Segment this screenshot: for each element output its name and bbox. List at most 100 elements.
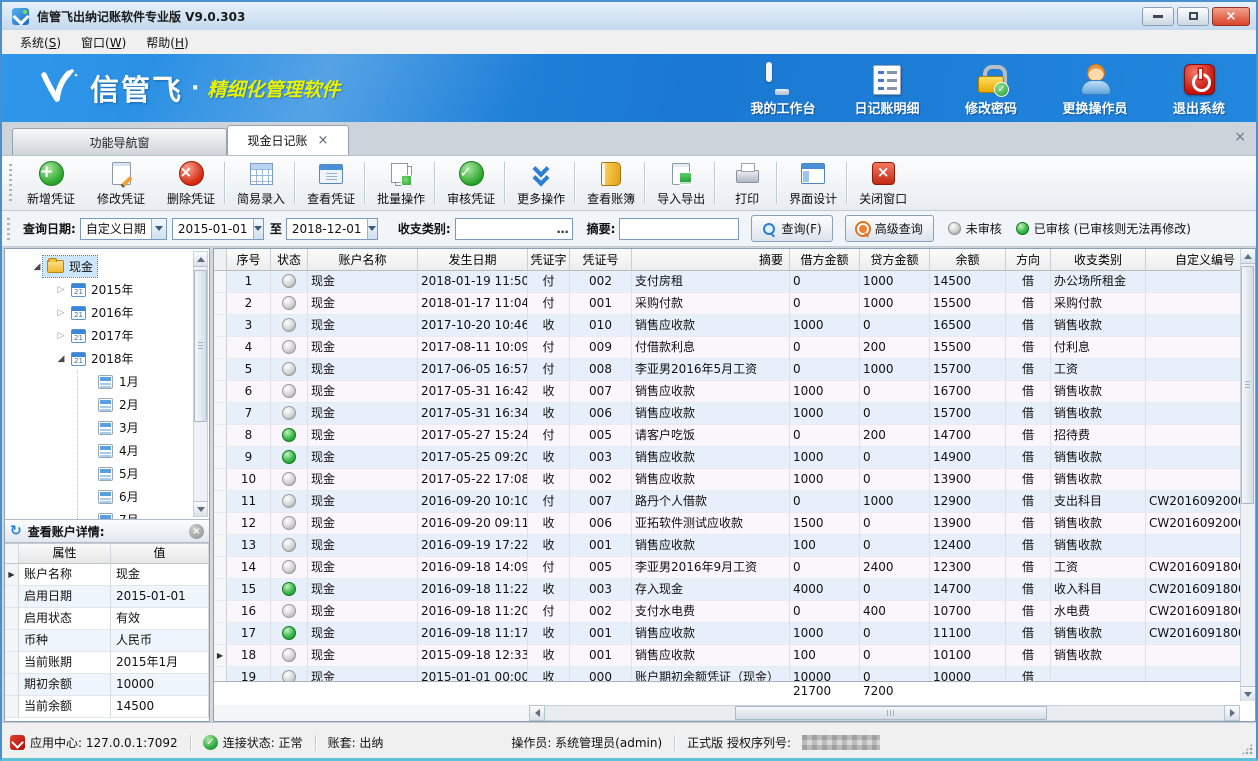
tree-node-month[interactable]: 4月: [78, 439, 209, 462]
tree-expander-icon[interactable]: [55, 354, 67, 364]
toolbar-button[interactable]: ▼ 审核凭证: [436, 156, 506, 210]
scroll-up-icon[interactable]: [1241, 249, 1255, 264]
grid-column-header[interactable]: 序号: [227, 249, 271, 271]
grid-row[interactable]: 9 现金 2017-05-25 09:20 收 003 销售应收款 1000 0…: [214, 447, 1242, 469]
hscrollbar-thumb[interactable]: [735, 706, 1047, 720]
tab-close-icon[interactable]: ×: [318, 134, 329, 147]
menu-help[interactable]: 帮助(H): [136, 31, 198, 54]
toolbar-button[interactable]: ▼ 更多操作: [506, 156, 576, 210]
grid-row[interactable]: 19 现金 2015-01-01 00:00 收 000 账户期初余额凭证（现金…: [214, 667, 1242, 681]
toolbar-button[interactable]: ▼ 查看账簿: [576, 156, 646, 210]
tree-expander-icon[interactable]: [55, 308, 67, 318]
property-row[interactable]: 当前余额 14500: [5, 696, 209, 718]
grid-vscrollbar[interactable]: [1240, 249, 1255, 701]
property-row[interactable]: 当前账期 2015年1月: [5, 652, 209, 674]
menu-system[interactable]: 系统(S): [10, 31, 71, 54]
minimize-button[interactable]: [1142, 7, 1174, 26]
grid-column-header[interactable]: 凭证字: [528, 249, 570, 271]
change-password-button[interactable]: ✓ 修改密码: [952, 59, 1030, 117]
tree-node-month[interactable]: 7月: [78, 508, 209, 519]
refresh-icon[interactable]: ↻: [10, 524, 22, 538]
maximize-button[interactable]: [1177, 7, 1209, 26]
grid-column-header[interactable]: 方向: [1006, 249, 1051, 271]
chevron-down-icon[interactable]: [253, 219, 263, 239]
tree-scrollbar[interactable]: [193, 251, 208, 517]
chevron-down-icon[interactable]: [367, 219, 377, 239]
grid-row[interactable]: 15 现金 2016-09-18 11:22 收 003 存入现金 4000 0…: [214, 579, 1242, 601]
toolbar-button[interactable]: ▼ 批量操作: [366, 156, 436, 210]
my-workstation-button[interactable]: 我的工作台: [744, 59, 822, 117]
toolbar-button[interactable]: ▼ 修改凭证: [86, 156, 156, 210]
tree-node-month[interactable]: 2月: [78, 393, 209, 416]
tree-node-year[interactable]: 2017年: [55, 324, 209, 347]
grid-row[interactable]: 7 现金 2017-05-31 16:34 收 006 销售应收款 1000 0…: [214, 403, 1242, 425]
journal-detail-button[interactable]: 日记账明细: [848, 59, 926, 117]
toolbar-button[interactable]: ▼ 新增凭证: [16, 156, 86, 210]
tree-expander-icon[interactable]: [55, 285, 67, 295]
grid-column-header[interactable]: 余额: [930, 249, 1006, 271]
toolbar-button[interactable]: ▼ 界面设计: [778, 156, 848, 210]
toolbar-button[interactable]: ▼ 打印: [716, 156, 778, 210]
switch-operator-button[interactable]: 更换操作员: [1056, 59, 1134, 117]
toolbar-button[interactable]: ▼ 导入导出: [646, 156, 716, 210]
grid-row[interactable]: ▶ 18 现金 2015-09-18 12:33 收 001 销售应收款 100…: [214, 645, 1242, 667]
tab-cash-journal[interactable]: 现金日记账 ×: [227, 125, 349, 155]
panel-close-icon[interactable]: ×: [189, 524, 204, 539]
grid-row[interactable]: 2 现金 2018-01-17 11:04 付 001 采购付款 0 1000 …: [214, 293, 1242, 315]
grid-row[interactable]: 5 现金 2017-06-05 16:57 付 008 李亚男2016年5月工资…: [214, 359, 1242, 381]
grid-column-header[interactable]: 借方金额: [790, 249, 860, 271]
category-input[interactable]: …: [455, 218, 573, 240]
grid-column-header[interactable]: 凭证号: [570, 249, 632, 271]
grid-column-header[interactable]: 摘要: [632, 249, 790, 271]
menu-window[interactable]: 窗口(W): [71, 31, 136, 54]
ellipsis-picker-icon[interactable]: …: [554, 222, 572, 236]
grid-row[interactable]: 10 现金 2017-05-22 17:08 收 002 销售应收款 1000 …: [214, 469, 1242, 491]
toolbar-button[interactable]: ▼ 关闭窗口: [848, 156, 918, 210]
property-row[interactable]: 币种 人民币: [5, 630, 209, 652]
property-row[interactable]: 启用日期 2015-01-01: [5, 586, 209, 608]
grid-vscrollbar-thumb[interactable]: [1241, 266, 1254, 504]
grid-row[interactable]: 3 现金 2017-10-20 10:46 收 010 销售应收款 1000 0…: [214, 315, 1242, 337]
date-mode-select[interactable]: 自定义日期: [80, 218, 167, 240]
chevron-down-icon[interactable]: [151, 219, 166, 239]
toolbar-grip[interactable]: [8, 164, 13, 202]
tree-scrollbar-thumb[interactable]: [194, 270, 207, 422]
grid-row[interactable]: 8 现金 2017-05-27 15:24 付 005 请客户吃饭 0 200 …: [214, 425, 1242, 447]
grid-column-header[interactable]: 自定义编号: [1146, 249, 1242, 271]
grid-column-header[interactable]: 发生日期: [418, 249, 528, 271]
tab-strip-close-icon[interactable]: ×: [1234, 130, 1246, 144]
grid-row[interactable]: 14 现金 2016-09-18 14:09 付 005 李亚男2016年9月工…: [214, 557, 1242, 579]
date-from-select[interactable]: 2015-01-01: [172, 218, 264, 240]
property-row[interactable]: 启用状态 有效: [5, 608, 209, 630]
tree-expander-icon[interactable]: [55, 331, 67, 341]
tree-node-month[interactable]: 3月: [78, 416, 209, 439]
querybar-grip[interactable]: [6, 218, 11, 240]
grid-column-header[interactable]: 收支类别: [1051, 249, 1146, 271]
tree-node-cash[interactable]: 现金: [5, 255, 209, 278]
scroll-right-icon[interactable]: [1224, 705, 1240, 721]
scroll-down-icon[interactable]: [194, 501, 207, 516]
close-button[interactable]: ×: [1212, 7, 1250, 26]
grid-row[interactable]: 16 现金 2016-09-18 11:20 付 002 支付水电费 0 400…: [214, 601, 1242, 623]
grid-column-header[interactable]: 账户名称: [308, 249, 418, 271]
tree-node-month[interactable]: 6月: [78, 485, 209, 508]
property-row[interactable]: ▶ 账户名称 现金: [5, 564, 209, 586]
toolbar-button[interactable]: ▼ 查看凭证: [296, 156, 366, 210]
grid-row[interactable]: 6 现金 2017-05-31 16:42 收 007 销售应收款 1000 0…: [214, 381, 1242, 403]
grid-row[interactable]: 13 现金 2016-09-19 17:22 收 001 销售应收款 100 0…: [214, 535, 1242, 557]
advanced-query-button[interactable]: 高级查询: [845, 215, 934, 242]
tree-node-year[interactable]: 2016年: [55, 301, 209, 324]
query-button[interactable]: 查询(F): [751, 215, 832, 242]
grid-hscrollbar[interactable]: [214, 705, 1240, 721]
exit-system-button[interactable]: 退出系统: [1160, 59, 1238, 117]
date-to-select[interactable]: 2018-12-01: [286, 218, 378, 240]
summary-input[interactable]: [619, 218, 739, 240]
property-row[interactable]: 期初余额 10000: [5, 674, 209, 696]
tree-node-month[interactable]: 1月: [78, 370, 209, 393]
tab-function-nav[interactable]: 功能导航窗: [12, 128, 227, 155]
tree-node-month[interactable]: 5月: [78, 462, 209, 485]
tree-node-year[interactable]: 2018年: [55, 347, 209, 370]
grid-row[interactable]: 1 现金 2018-01-19 11:50 付 002 支付房租 0 1000 …: [214, 271, 1242, 293]
toolbar-button[interactable]: ▼ 删除凭证: [156, 156, 226, 210]
tree-expander-icon[interactable]: [31, 262, 43, 272]
